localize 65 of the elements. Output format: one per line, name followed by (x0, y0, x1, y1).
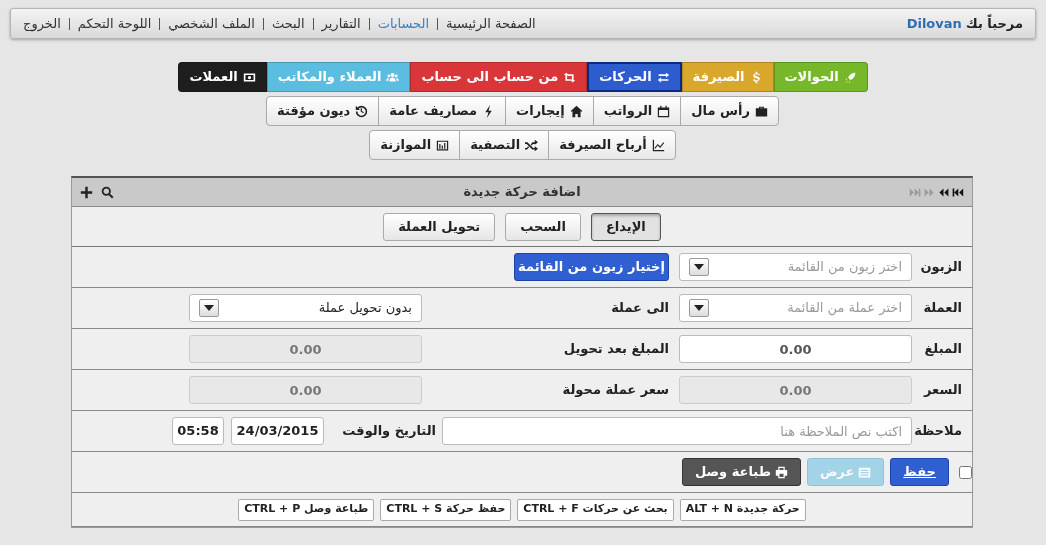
menu-button[interactable]: الرواتب (592, 96, 682, 126)
shortcut-hint: CTRL + P طباعة وصل (238, 498, 375, 521)
caret-icon (199, 299, 219, 317)
field-label: سعر عملة محولة (562, 382, 669, 398)
menu-button[interactable]: رأس مال (680, 96, 779, 126)
shuffle-icon (525, 138, 539, 152)
skip-button[interactable] (951, 185, 964, 199)
nav-link[interactable]: الخروج (23, 13, 61, 34)
field-label: الى عملة (611, 300, 669, 316)
field-label: ملاحظة (914, 423, 962, 439)
choose-customer-button[interactable]: إختيار زبون من القائمة (514, 253, 669, 281)
field-label: العملة (923, 300, 962, 316)
tab[interactable]: تحويل العملة (383, 212, 496, 241)
shortcut-hint: CTRL + S حفظ حركة (380, 498, 512, 521)
menu-button[interactable]: الموازنة (369, 130, 461, 160)
bar-chart-icon (436, 138, 450, 152)
menu-button[interactable]: الحركات (587, 62, 682, 92)
nav-link[interactable]: الملف الشخصي (168, 13, 255, 34)
nav-link[interactable]: البحث (271, 13, 305, 34)
calendar-icon (657, 104, 671, 118)
tab[interactable]: الإيداع (590, 212, 661, 241)
nav-link[interactable]: الصفحة الرئيسية (446, 13, 536, 34)
field-label: المبلغ (924, 341, 962, 357)
plus-icon[interactable] (80, 185, 93, 199)
briefcase-icon (754, 104, 768, 118)
panel-title: اضافة حركة جديدة (463, 183, 581, 202)
search-icon[interactable] (101, 185, 114, 199)
nav-link[interactable]: التقارير (321, 13, 361, 34)
dropdown[interactable]: بدون تحويل عملة (189, 294, 422, 322)
nav-link[interactable]: اللوحة التحكم (77, 13, 152, 34)
users-icon (386, 70, 400, 84)
menu-button[interactable]: ديون مؤقتة (266, 96, 380, 126)
menu-button[interactable]: العملات (178, 62, 267, 92)
time-field[interactable]: 05:58 (172, 417, 224, 445)
save-button[interactable]: حفظ (890, 458, 949, 486)
user-link[interactable]: Dilovan (906, 13, 962, 34)
field-label: التاريخ والوقت (342, 423, 436, 439)
greeting-text: مرحباً بك (965, 13, 1023, 33)
history-icon (355, 104, 369, 118)
menu-button[interactable]: التصفية (459, 130, 550, 160)
exchange-icon (656, 70, 670, 84)
shortcut-hint: CTRL + F بحث عن حركات (517, 498, 674, 521)
caret-icon (689, 299, 709, 317)
list-icon (858, 465, 872, 479)
tab[interactable]: السحب (505, 212, 581, 241)
rocket-icon (843, 70, 857, 84)
shortcut-hint: ALT + N حركة جديدة (679, 498, 806, 521)
menu-button[interactable]: إيجارات (505, 96, 594, 126)
input-field[interactable]: 0.00 (679, 335, 912, 363)
field-label: المبلغ بعد تحويل (563, 341, 669, 357)
date-field[interactable]: 24/03/2015 (231, 417, 324, 445)
field-label: الزبون (920, 259, 962, 275)
menu-button[interactable]: من حساب الى حساب (410, 62, 588, 92)
print-button[interactable]: طباعة وصل (681, 458, 801, 486)
printer-icon (774, 465, 788, 479)
banknote-icon (242, 70, 256, 84)
input-field[interactable]: اكتب نص الملاحظة هنا (442, 417, 912, 445)
line-chart-icon (651, 138, 665, 152)
step-button[interactable] (937, 185, 950, 199)
menu-button[interactable]: أرباح الصيرفة (548, 130, 676, 160)
menu-button[interactable]: مصاريف عامة (378, 96, 507, 126)
field-label: السعر (924, 382, 962, 398)
checkbox[interactable] (959, 465, 972, 479)
caret-icon (689, 258, 709, 276)
home-icon (569, 104, 583, 118)
